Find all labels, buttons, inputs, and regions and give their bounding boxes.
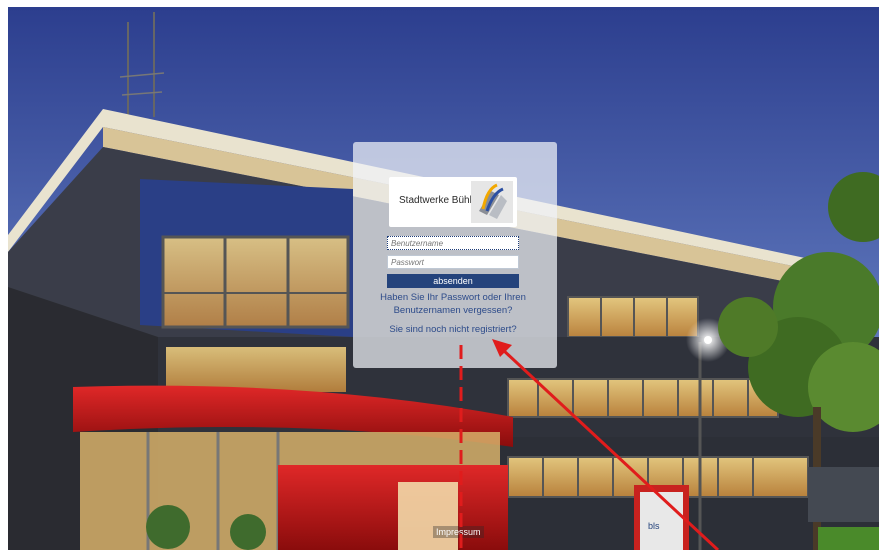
login-panel: Stadtwerke Bühl absenden Haben Sie Ihr P…: [353, 142, 557, 368]
forgot-line-1: Haben Sie Ihr Passwort oder Ihren: [380, 292, 526, 303]
company-logo: Stadtwerke Bühl: [389, 177, 517, 227]
logo-text: Stadtwerke Bühl: [399, 195, 472, 206]
submit-button[interactable]: absenden: [387, 274, 519, 288]
sign-text: bls: [648, 521, 660, 531]
impressum-link[interactable]: Impressum: [433, 526, 484, 538]
register-link[interactable]: Sie sind noch nicht registriert?: [363, 324, 543, 335]
forgot-password-link[interactable]: Haben Sie Ihr Passwort oder Ihren Benutz…: [363, 291, 543, 317]
forgot-line-2: Benutzernamen vergessen?: [393, 305, 513, 316]
username-input[interactable]: [387, 236, 519, 250]
logo-mark-icon: [471, 181, 513, 223]
password-input[interactable]: [387, 255, 519, 269]
